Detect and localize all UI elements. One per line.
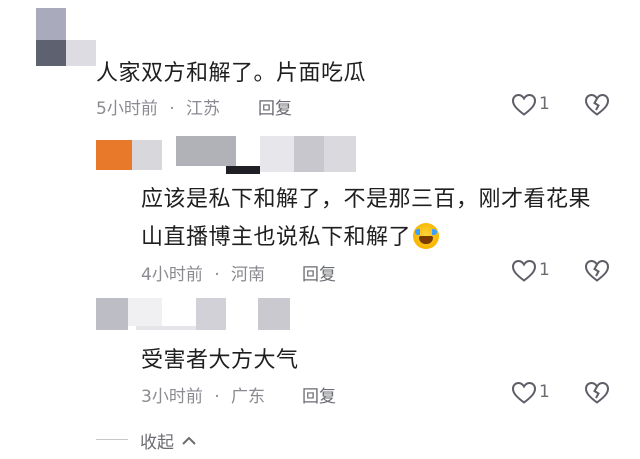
username-blurred [226, 166, 260, 174]
avatar-blurred[interactable] [36, 8, 66, 40]
reply-button[interactable]: 回复 [302, 382, 336, 407]
reply-button[interactable]: 回复 [302, 260, 336, 285]
crying-laughing-emoji-icon [413, 223, 440, 249]
username-blurred [260, 136, 294, 172]
reply-button[interactable]: 回复 [258, 94, 292, 119]
username-blurred [324, 136, 356, 172]
collapse-button[interactable]: 收起 [140, 428, 197, 453]
comment-text-line-1: 应该是私下和解了，不是那三百，刚才看花果 [141, 187, 592, 212]
like-count: 1 [539, 94, 550, 114]
avatar-blurred-part [132, 140, 162, 170]
collapse-label: 收起 [140, 433, 174, 453]
broken-heart-icon[interactable] [584, 381, 610, 405]
avatar-blurred[interactable] [96, 298, 128, 330]
comment-text-line-2-text: 山直播博主也说私下和解了 [141, 225, 412, 250]
avatar-blurred[interactable] [96, 140, 132, 170]
username-blurred [176, 136, 236, 166]
chevron-up-icon [181, 435, 197, 447]
username-blurred [294, 136, 324, 172]
broken-heart-icon[interactable] [584, 259, 610, 283]
separator-dot: · [169, 99, 175, 119]
heart-icon[interactable] [511, 259, 537, 283]
collapse-divider [96, 439, 128, 440]
username-blurred [136, 326, 196, 330]
heart-icon[interactable] [511, 381, 537, 405]
comment-location: 江苏 [186, 99, 221, 119]
like-count: 1 [539, 260, 550, 280]
like-count: 1 [539, 382, 550, 402]
comment-text: 人家双方和解了。片面吃瓜 [96, 61, 367, 86]
username-blurred [258, 298, 290, 330]
comment-meta: 3小时前 · 广东 [141, 382, 265, 407]
comment-time: 5小时前 [96, 99, 158, 119]
comment-location: 广东 [231, 387, 266, 407]
comment-time: 3小时前 [141, 387, 203, 407]
comment-meta: 5小时前 · 江苏 [96, 94, 220, 119]
username-blurred [196, 298, 226, 330]
broken-heart-icon[interactable] [584, 93, 610, 117]
comment-text-line-2: 山直播博主也说私下和解了 [141, 219, 440, 251]
comment-meta: 4小时前 · 河南 [141, 260, 265, 285]
separator-dot: · [214, 387, 220, 407]
avatar-blurred-part [66, 40, 96, 66]
avatar-blurred-part [128, 298, 162, 326]
comment-text: 受害者大方大气 [141, 348, 299, 373]
separator-dot: · [214, 265, 220, 285]
heart-icon[interactable] [511, 93, 537, 117]
comment-location: 河南 [231, 265, 266, 285]
comment-time: 4小时前 [141, 265, 203, 285]
